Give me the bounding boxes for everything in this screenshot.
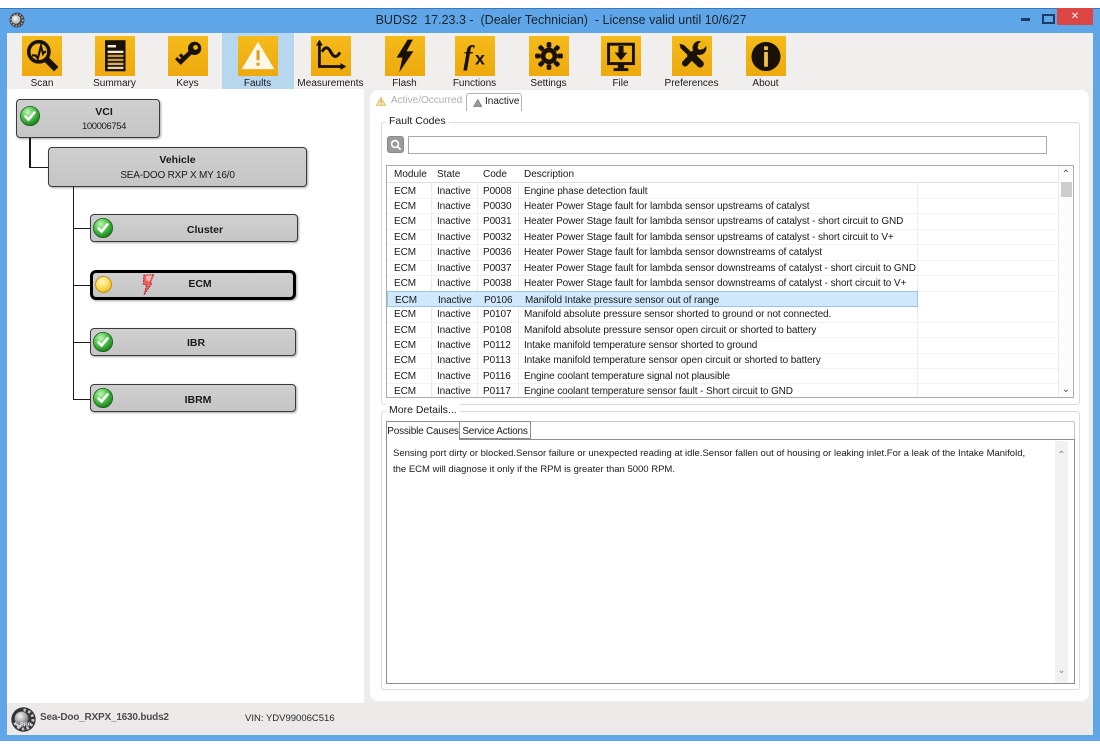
svg-text:BRP: BRP	[20, 722, 31, 728]
svg-text:x: x	[475, 48, 485, 68]
